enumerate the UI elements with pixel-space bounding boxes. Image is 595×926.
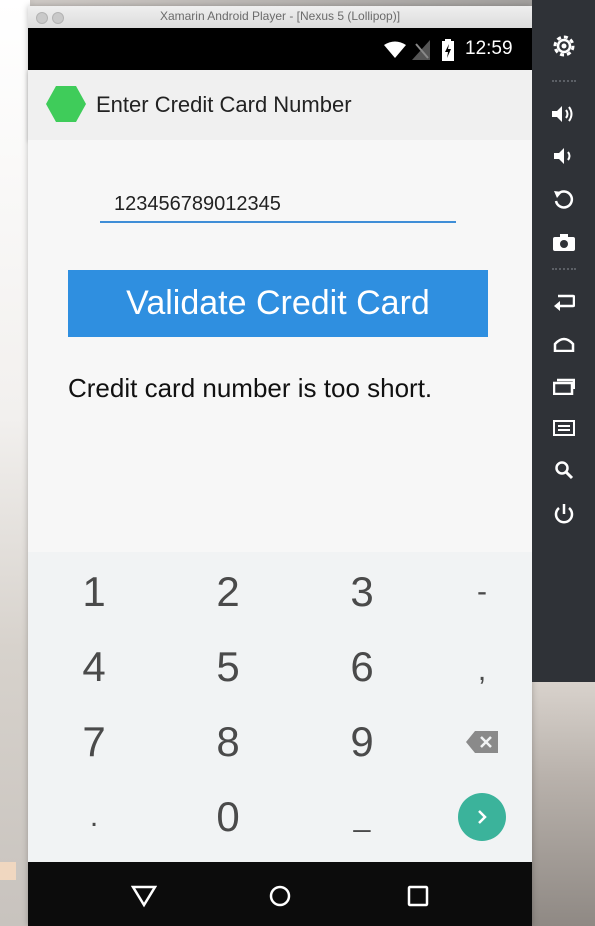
validation-message: Credit card number is too short.	[68, 373, 433, 403]
desktop-background-accent	[0, 862, 16, 880]
no-signal-icon	[412, 40, 430, 60]
emulator-sidebar	[532, 0, 595, 682]
nav-back-icon	[131, 885, 157, 908]
sidebar-separator	[552, 80, 576, 82]
menu-icon	[553, 420, 575, 436]
window-titlebar[interactable]: Xamarin Android Player - [Nexus 5 (Lolli…	[28, 6, 532, 29]
key-8[interactable]: 8	[178, 707, 278, 777]
key-9[interactable]: 9	[312, 707, 412, 777]
enter-key[interactable]	[432, 782, 532, 852]
backspace-key[interactable]	[432, 707, 532, 777]
backspace-icon	[466, 731, 498, 753]
card-number-input[interactable]	[100, 187, 456, 223]
key-5[interactable]: 5	[178, 632, 278, 702]
settings-icon	[553, 35, 575, 57]
home-button[interactable]	[548, 328, 580, 360]
back-icon	[554, 294, 575, 311]
key-period[interactable]: .	[44, 782, 144, 852]
status-clock: 12:59	[465, 38, 513, 59]
validate-button[interactable]: Validate Credit Card	[68, 270, 488, 337]
nav-recents-button[interactable]	[400, 878, 436, 914]
power-button[interactable]	[548, 498, 580, 530]
volume-up-button[interactable]	[548, 98, 580, 130]
recents-icon	[553, 378, 575, 395]
nav-back-button[interactable]	[126, 878, 162, 914]
key-dash[interactable]: -	[432, 557, 532, 627]
hexagon-icon	[46, 86, 86, 122]
camera-icon	[553, 234, 575, 251]
desktop-background-right	[528, 680, 595, 926]
wifi-icon	[384, 41, 406, 58]
page-title: Enter Credit Card Number	[96, 92, 352, 117]
numeric-keypad: 1 2 3 - 4 5 6 , 7 8 9 . 0 _	[28, 552, 532, 868]
sidebar-separator	[552, 268, 576, 270]
key-2[interactable]: 2	[178, 557, 278, 627]
screenshot-button[interactable]	[548, 226, 580, 258]
desktop-background-left	[0, 0, 30, 926]
key-3[interactable]: 3	[312, 557, 412, 627]
power-icon	[554, 504, 574, 524]
nav-home-icon	[269, 885, 291, 907]
android-nav-bar	[28, 862, 532, 926]
key-0[interactable]: 0	[178, 782, 278, 852]
main-content: Validate Credit Card Credit card number …	[28, 140, 532, 570]
battery-charging-icon	[442, 39, 454, 61]
home-icon	[553, 337, 575, 352]
volume-down-button[interactable]	[548, 140, 580, 172]
key-6[interactable]: 6	[312, 632, 412, 702]
emulator-window: Xamarin Android Player - [Nexus 5 (Lolli…	[28, 6, 532, 926]
key-7[interactable]: 7	[44, 707, 144, 777]
chevron-right-icon	[478, 810, 487, 824]
window-title: Xamarin Android Player - [Nexus 5 (Lolli…	[159, 9, 401, 23]
android-status-bar: 12:59	[28, 28, 532, 70]
key-4[interactable]: 4	[44, 632, 144, 702]
rotate-icon	[554, 190, 574, 209]
nav-recents-icon	[407, 885, 429, 907]
rotate-button[interactable]	[548, 184, 580, 216]
recents-button[interactable]	[548, 370, 580, 402]
menu-button[interactable]	[548, 412, 580, 444]
search-icon	[555, 461, 574, 480]
search-button[interactable]	[548, 454, 580, 486]
settings-button[interactable]	[548, 30, 580, 62]
enter-button[interactable]	[458, 793, 506, 841]
nav-home-button[interactable]	[262, 878, 298, 914]
volume-up-icon	[552, 106, 573, 122]
key-space[interactable]: _	[312, 782, 412, 852]
key-comma[interactable]: ,	[432, 636, 532, 706]
back-button[interactable]	[548, 286, 580, 318]
action-bar: Enter Credit Card Number	[28, 70, 532, 140]
key-1[interactable]: 1	[44, 557, 144, 627]
volume-down-icon	[554, 148, 571, 164]
